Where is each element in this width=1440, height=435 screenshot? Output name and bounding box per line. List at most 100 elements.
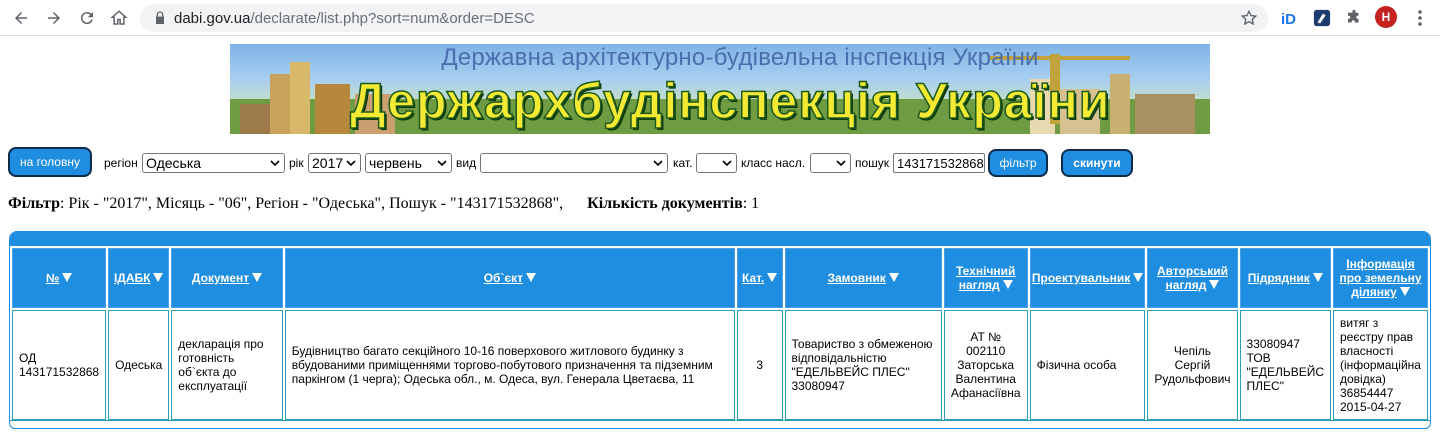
extensions-puzzle-icon[interactable] xyxy=(1344,8,1364,28)
sort-link-technical-supervision-2[interactable]: нагляд xyxy=(959,278,1000,292)
year-label: рік xyxy=(289,156,304,170)
header-category[interactable]: Кат. xyxy=(736,248,783,308)
header-object[interactable]: Об`єкт xyxy=(284,248,735,308)
sort-arrow-icon[interactable] xyxy=(1002,280,1013,289)
header-land-info[interactable]: Інформація про земельну ділянку xyxy=(1333,248,1428,308)
extension-tool-icon[interactable] xyxy=(1312,8,1332,28)
sort-arrow-icon[interactable] xyxy=(1399,287,1410,296)
region-select-value: Одеська xyxy=(146,155,202,171)
header-author-supervision[interactable]: Авторський нагляд xyxy=(1147,248,1238,308)
sort-arrow-icon[interactable] xyxy=(1209,280,1220,289)
sort-link-customer[interactable]: Замовник xyxy=(827,271,885,285)
site-banner: Державна архітектурно-будівельна інспекц… xyxy=(230,44,1210,134)
reload-icon[interactable] xyxy=(76,7,98,29)
extension-id-icon[interactable]: iD xyxy=(1280,8,1300,28)
filter-button[interactable]: фільтр xyxy=(988,149,1048,177)
sort-link-technical-supervision[interactable]: Технічний xyxy=(956,264,1015,278)
chevron-down-icon xyxy=(722,160,732,167)
cell-contractor: 33080947 ТОВ "ЕДЕЛЬВЕЙС ПЛЕС" xyxy=(1239,310,1331,420)
search-label: пошук xyxy=(855,156,890,170)
search-input[interactable]: 143171532868 xyxy=(893,153,985,173)
banner-title: Держархбудінспекція України xyxy=(349,72,1111,130)
table-top-bar xyxy=(10,232,1430,246)
cell-land-info: витяг з реєстру прав власності (інформац… xyxy=(1333,310,1428,420)
sort-link-contractor[interactable]: Підрядник xyxy=(1248,271,1310,285)
header-contractor[interactable]: Підрядник xyxy=(1239,248,1331,308)
class-select[interactable] xyxy=(810,153,851,173)
document-count-value: : 1 xyxy=(742,195,760,212)
sort-link-category[interactable]: Кат. xyxy=(742,271,764,285)
home-icon[interactable] xyxy=(108,7,130,29)
year-select[interactable]: 2017 xyxy=(308,153,361,173)
month-select[interactable]: червень xyxy=(365,153,452,173)
region-label: регіон xyxy=(104,156,138,170)
url-path: /declarate/list.php?sort=num&order=DESC xyxy=(250,10,535,27)
table-row: ОД 143171532868 Одеська декларація про го… xyxy=(12,310,1428,420)
home-button[interactable]: на головну xyxy=(8,147,92,177)
sort-arrow-icon[interactable] xyxy=(1312,273,1323,282)
header-document[interactable]: Документ xyxy=(171,248,283,308)
back-icon[interactable] xyxy=(10,7,32,29)
cell-idabk: Одеська xyxy=(108,310,170,420)
cell-author-supervision: Чепіль Сергій Рудольфович xyxy=(1147,310,1238,420)
header-designer[interactable]: Проектувальник xyxy=(1029,248,1146,308)
table-header-row: № ІДАБК Документ Об`єкт Кат. Замовник Те… xyxy=(12,248,1428,308)
sort-link-document[interactable]: Документ xyxy=(192,271,249,285)
header-idabk[interactable]: ІДАБК xyxy=(108,248,170,308)
cell-num: ОД 143171532868 xyxy=(12,310,107,420)
forward-icon[interactable] xyxy=(43,7,65,29)
url-host: dabi.gov.ua xyxy=(174,10,251,27)
banner-subtitle: Державна архітектурно-будівельна інспекц… xyxy=(441,44,1039,71)
bookmark-star-icon[interactable] xyxy=(1240,9,1258,27)
kind-label: вид xyxy=(456,156,477,170)
sort-arrow-icon[interactable] xyxy=(767,273,778,282)
sort-link-author-supervision-2[interactable]: нагляд xyxy=(1166,278,1207,292)
sort-link-num[interactable]: № xyxy=(46,271,59,285)
sort-link-designer[interactable]: Проектувальник xyxy=(1032,271,1130,285)
cat-select[interactable] xyxy=(696,153,737,173)
sort-link-author-supervision[interactable]: Авторський xyxy=(1157,264,1228,278)
chevron-down-icon xyxy=(437,160,447,167)
declarations-table-container: № ІДАБК Документ Об`єкт Кат. Замовник Те… xyxy=(9,231,1431,429)
chevron-down-icon xyxy=(653,160,663,167)
address-bar[interactable]: dabi.gov.ua/declarate/list.php?sort=num&… xyxy=(140,4,1268,32)
cell-category: 3 xyxy=(736,310,783,420)
filter-summary-label: Фільтр xyxy=(8,195,60,212)
header-customer[interactable]: Замовник xyxy=(784,248,942,308)
cell-designer: Фізична особа xyxy=(1029,310,1146,420)
sort-arrow-icon[interactable] xyxy=(252,273,263,282)
cell-num-prefix: ОД xyxy=(19,351,37,365)
sort-link-land-info-3[interactable]: ділянку xyxy=(1351,285,1397,299)
sort-arrow-icon[interactable] xyxy=(525,273,536,282)
sort-link-land-info-2[interactable]: про земельну xyxy=(1339,271,1421,285)
reset-button[interactable]: скинути xyxy=(1061,149,1133,177)
sort-link-object[interactable]: Об`єкт xyxy=(484,271,523,285)
sort-link-idabk[interactable]: ІДАБК xyxy=(114,271,151,285)
browser-toolbar: dabi.gov.ua/declarate/list.php?sort=num&… xyxy=(0,0,1440,36)
svg-text:iD: iD xyxy=(1281,11,1296,28)
cell-customer: Товариство з обмеженою відповідальністю … xyxy=(784,310,942,420)
menu-kebab-icon[interactable] xyxy=(1414,8,1426,28)
chevron-down-icon xyxy=(270,160,280,167)
cell-document: декларація про готовність об`єкта до екс… xyxy=(171,310,283,420)
cell-num-value: 143171532868 xyxy=(19,365,100,379)
declarations-table: № ІДАБК Документ Об`єкт Кат. Замовник Те… xyxy=(10,246,1430,422)
chevron-down-icon xyxy=(346,160,356,167)
sort-arrow-icon[interactable] xyxy=(888,273,899,282)
kind-select[interactable] xyxy=(480,153,668,173)
header-num[interactable]: № xyxy=(12,248,107,308)
cell-technical-supervision: АТ № 002110 Заторська Валентина Афанасії… xyxy=(943,310,1028,420)
sort-arrow-icon[interactable] xyxy=(1133,273,1144,282)
cat-label: кат. xyxy=(673,156,693,170)
document-count-label: Кількість документів xyxy=(587,195,743,212)
profile-avatar[interactable]: H xyxy=(1375,6,1397,28)
sort-arrow-icon[interactable] xyxy=(153,273,164,282)
region-select[interactable]: Одеська xyxy=(142,153,285,173)
class-label: класс насл. xyxy=(741,156,806,170)
sort-arrow-icon[interactable] xyxy=(62,273,73,282)
cell-object: Будівництво багато секційного 10-16 пове… xyxy=(284,310,735,420)
filter-summary-text: : Рік - "2017", Місяць - "06", Регіон - … xyxy=(59,195,564,212)
header-technical-supervision[interactable]: Технічний нагляд xyxy=(943,248,1028,308)
filter-summary: Фільтр: Рік - "2017", Місяць - "06", Рег… xyxy=(8,195,759,213)
sort-link-land-info[interactable]: Інформація xyxy=(1346,257,1415,271)
